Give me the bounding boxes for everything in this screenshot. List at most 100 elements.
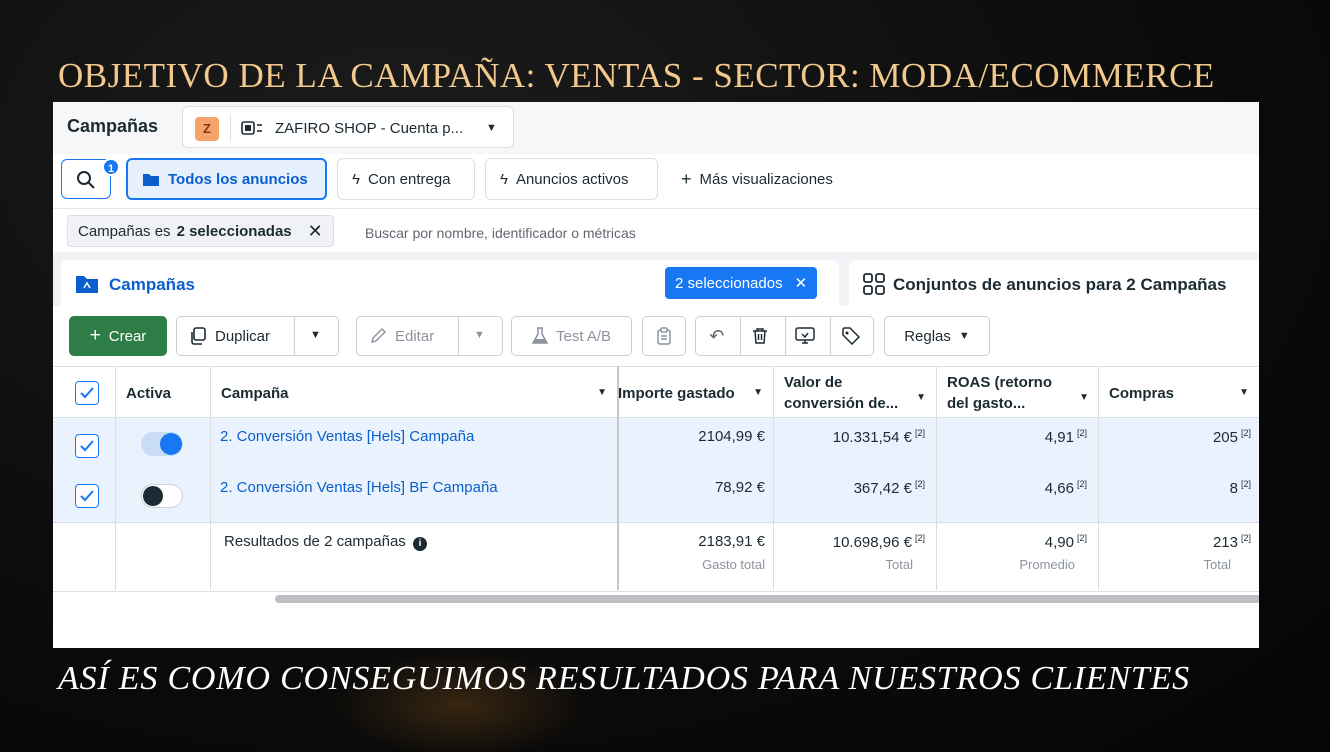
divider bbox=[830, 317, 831, 355]
ab-test-button[interactable]: Test A/B bbox=[511, 316, 632, 356]
col-roas[interactable]: ROAS (retorno del gasto... ▼ bbox=[947, 367, 1099, 419]
filter-chip-value: 2 seleccionadas bbox=[176, 222, 292, 240]
flask-icon bbox=[531, 327, 548, 344]
selected-count-pill[interactable]: 2 seleccionados ✕ bbox=[665, 267, 818, 299]
campaign-toggle-on[interactable] bbox=[141, 432, 183, 456]
toolbar: + Crear Duplicar ▼ Editar ▼ Test A/B ↶ R… bbox=[53, 306, 1259, 366]
campaign-link[interactable]: 2. Conversión Ventas [Hels] Campaña bbox=[220, 428, 474, 445]
view-all-ads[interactable]: Todos los anuncios bbox=[126, 158, 327, 200]
total-spent-sub: Gasto total bbox=[702, 557, 765, 572]
view-label: Anuncios activos bbox=[515, 170, 629, 188]
campaign-toggle-off[interactable] bbox=[141, 484, 183, 508]
col-purchases[interactable]: Compras ▼ bbox=[1109, 367, 1259, 419]
select-all-checkbox[interactable] bbox=[75, 381, 99, 405]
sort-caret-icon: ▼ bbox=[753, 387, 763, 398]
campaigns-table: Activa Campaña ▼ Importe gastado ▼ Valor… bbox=[53, 366, 1259, 648]
duplicate-icon bbox=[191, 327, 206, 345]
clipboard-button[interactable] bbox=[642, 316, 686, 356]
chevron-down-icon[interactable]: ▼ bbox=[310, 329, 321, 341]
col-spent[interactable]: Importe gastado ▼ bbox=[618, 367, 773, 419]
col-purchases-label: Compras bbox=[1109, 384, 1175, 402]
total-purchases: 213 [2] bbox=[1212, 533, 1251, 551]
check-icon bbox=[80, 440, 94, 452]
lightning-icon: ϟ bbox=[500, 170, 508, 188]
campaign-link[interactable]: 2. Conversión Ventas [Hels] BF Campaña bbox=[220, 479, 498, 496]
edit-button[interactable]: Editar ▼ bbox=[356, 316, 503, 356]
pencil-icon bbox=[370, 327, 387, 344]
search-button[interactable]: 1 bbox=[61, 158, 120, 199]
close-icon[interactable]: ✕ bbox=[308, 221, 323, 242]
folder-icon bbox=[76, 276, 98, 293]
table-row[interactable]: 2. Conversión Ventas [Hels] Campaña 2104… bbox=[53, 418, 1259, 470]
divider bbox=[740, 317, 741, 355]
rules-button[interactable]: Reglas ▼ bbox=[884, 316, 990, 356]
column-divider bbox=[936, 366, 937, 590]
conv-value-cell[interactable]: 10.331,54 € [2] bbox=[833, 428, 925, 446]
total-spent: 2183,91 € bbox=[698, 533, 765, 550]
tag-icon[interactable] bbox=[841, 327, 860, 345]
divider bbox=[294, 317, 295, 355]
total-roas: 4,90 [2] bbox=[1044, 533, 1087, 551]
conv-value-cell[interactable]: 367,42 € [2] bbox=[854, 479, 925, 497]
selected-count-label: 2 seleccionados bbox=[675, 274, 783, 292]
filter-chip[interactable]: Campañas es 2 seleccionadas ✕ bbox=[67, 215, 334, 247]
column-divider bbox=[773, 366, 774, 590]
roas-cell[interactable]: 4,66 [2] bbox=[1045, 479, 1087, 497]
col-active[interactable]: Activa bbox=[126, 367, 216, 419]
view-label: Con entrega bbox=[367, 170, 451, 188]
spent-value: 78,92 € bbox=[714, 479, 765, 496]
sort-caret-icon: ▼ bbox=[1079, 392, 1089, 403]
check-icon bbox=[80, 490, 94, 502]
trash-icon[interactable] bbox=[751, 327, 769, 345]
col-roas-line1: ROAS (retorno bbox=[947, 374, 1052, 391]
divider bbox=[785, 317, 786, 355]
chevron-down-icon[interactable]: ▼ bbox=[474, 329, 485, 341]
purchases-cell[interactable]: 8 [2] bbox=[1230, 479, 1251, 497]
row-checkbox[interactable] bbox=[75, 434, 99, 458]
filter-chip-prefix: Campañas es bbox=[78, 222, 171, 240]
tab-ad-sets[interactable]: Conjuntos de anuncios para 2 Campañas bbox=[849, 260, 1259, 306]
more-views-button[interactable]: + Más visualizaciones bbox=[667, 158, 857, 200]
search-icon bbox=[77, 171, 95, 189]
folder-icon bbox=[143, 173, 159, 186]
total-conv-value-sub: Total bbox=[885, 557, 913, 572]
clipboard-icon bbox=[657, 327, 671, 345]
total-conv-value: 10.698,96 € [2] bbox=[832, 533, 925, 551]
sort-caret-icon: ▼ bbox=[1239, 387, 1249, 398]
total-purchases-sub: Total bbox=[1203, 557, 1231, 572]
roas-cell[interactable]: 4,91 [2] bbox=[1045, 428, 1087, 446]
column-divider bbox=[210, 366, 211, 590]
table-row[interactable]: 2. Conversión Ventas [Hels] BF Campaña 7… bbox=[53, 470, 1259, 522]
col-campaign[interactable]: Campaña ▼ bbox=[221, 367, 617, 419]
create-button[interactable]: + Crear bbox=[69, 316, 167, 356]
col-roas-line2: del gasto... bbox=[947, 395, 1026, 412]
total-roas-sub: Promedio bbox=[1019, 557, 1075, 572]
view-with-delivery[interactable]: ϟ Con entrega bbox=[337, 158, 475, 200]
col-campaign-label: Campaña bbox=[221, 384, 289, 402]
spent-value: 2104,99 € bbox=[698, 428, 765, 445]
close-icon[interactable]: ✕ bbox=[795, 274, 808, 292]
duplicate-label: Duplicar bbox=[215, 327, 271, 345]
purchases-cell[interactable]: 205 [2] bbox=[1213, 428, 1251, 446]
account-selector[interactable]: Z ZAFIRO SHOP - Cuenta p... ▼ bbox=[182, 106, 514, 148]
view-active-ads[interactable]: ϟ Anuncios activos bbox=[485, 158, 658, 200]
account-name: ZAFIRO SHOP - Cuenta p... bbox=[275, 120, 464, 137]
tab-campaigns[interactable]: Campañas 2 seleccionados ✕ bbox=[61, 260, 839, 306]
duplicate-button[interactable]: Duplicar ▼ bbox=[176, 316, 339, 356]
info-icon[interactable]: i bbox=[412, 537, 427, 551]
toggle-knob bbox=[160, 433, 182, 455]
preview-icon[interactable] bbox=[795, 327, 816, 345]
totals-label: Resultados de 2 campañas i bbox=[224, 533, 427, 551]
ab-test-label: Test A/B bbox=[555, 327, 612, 345]
col-conv-value[interactable]: Valor de conversión de... ▼ bbox=[784, 367, 936, 419]
undo-icon[interactable]: ↶ bbox=[709, 326, 724, 347]
col-conv-value-line2: conversión de... bbox=[784, 395, 899, 412]
row-checkbox[interactable] bbox=[75, 484, 99, 508]
horizontal-scrollbar[interactable] bbox=[275, 595, 1259, 603]
column-divider bbox=[1098, 366, 1099, 590]
search-input[interactable]: Buscar por nombre, identificador o métri… bbox=[365, 225, 636, 241]
col-conv-value-line1: Valor de bbox=[784, 374, 843, 391]
view-label: Más visualizaciones bbox=[699, 170, 833, 188]
grid-icon bbox=[863, 273, 885, 295]
plus-icon: + bbox=[681, 168, 692, 189]
